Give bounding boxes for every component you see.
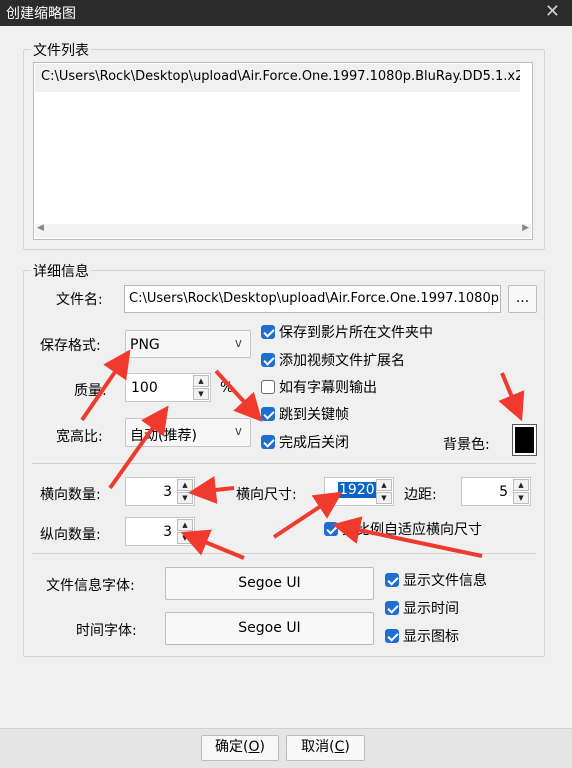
proportional-size-checkbox[interactable]: 按比例自适应横向尺寸: [324, 519, 482, 539]
list-item[interactable]: C:\Users\Rock\Desktop\upload\Air.Force.O…: [35, 64, 520, 92]
checkbox-icon: [385, 573, 399, 587]
margin-label: 边距:: [404, 487, 437, 503]
show-time-checkbox[interactable]: 显示时间: [385, 598, 459, 618]
time-font-label: 时间字体:: [76, 623, 137, 639]
horizontal-scrollbar[interactable]: ◀ ▶: [35, 223, 531, 238]
checkbox-icon: [261, 353, 275, 367]
checkbox-icon: [385, 601, 399, 615]
bg-color-fill: [515, 427, 534, 453]
filename-label: 文件名:: [56, 292, 103, 308]
checkbox-icon: [261, 325, 275, 339]
show-file-info-checkbox[interactable]: 显示文件信息: [385, 570, 487, 590]
bg-color-label: 背景色:: [443, 437, 490, 453]
v-count-value: 3: [163, 524, 172, 540]
format-select[interactable]: PNG v: [125, 330, 251, 358]
separator: [32, 463, 536, 464]
info-font-button[interactable]: Segoe UI: [165, 567, 374, 600]
spin-down-icon[interactable]: ▼: [513, 492, 529, 504]
cancel-button[interactable]: 取消(C): [286, 735, 365, 761]
quality-label: 质量:: [74, 383, 107, 399]
spin-up-icon[interactable]: ▲: [177, 479, 193, 491]
close-when-done-checkbox[interactable]: 完成后关闭: [261, 432, 349, 452]
margin-value: 5: [499, 484, 508, 500]
checkbox-icon: [261, 380, 275, 394]
title-bar: 创建缩略图 ✕: [0, 0, 572, 26]
ok-button[interactable]: 确定(O): [201, 735, 279, 761]
spin-down-icon[interactable]: ▼: [177, 532, 193, 544]
jump-keyframe-checkbox[interactable]: 跳到关键帧: [261, 404, 349, 424]
save-to-movie-folder-checkbox[interactable]: 保存到影片所在文件夹中: [261, 322, 433, 342]
close-icon[interactable]: ✕: [545, 1, 560, 22]
chevron-down-icon: v: [234, 424, 242, 438]
checkbox-icon: [261, 407, 275, 421]
checkbox-icon: [261, 435, 275, 449]
aspect-select[interactable]: 自动(推荐) v: [125, 418, 251, 447]
filename-field[interactable]: C:\Users\Rock\Desktop\upload\Air.Force.O…: [124, 285, 501, 313]
h-size-value: 1920: [338, 482, 376, 498]
quality-spinbox[interactable]: 100 ▲ ▼: [125, 373, 211, 402]
h-count-label: 横向数量:: [40, 487, 101, 503]
spin-up-icon[interactable]: ▲: [376, 479, 392, 491]
aspect-label: 宽高比:: [56, 429, 103, 445]
spin-up-icon[interactable]: ▲: [177, 519, 193, 531]
chevron-down-icon: v: [234, 336, 242, 350]
spin-up-icon[interactable]: ▲: [513, 479, 529, 491]
margin-spinbox[interactable]: 5 ▲ ▼: [461, 477, 531, 506]
file-list-group-label: 文件列表: [31, 40, 91, 60]
scroll-left-icon[interactable]: ◀: [37, 223, 44, 233]
show-icon-checkbox[interactable]: 显示图标: [385, 626, 459, 646]
format-select-value: PNG: [130, 337, 160, 353]
spin-up-icon[interactable]: ▲: [193, 375, 209, 387]
output-subtitles-checkbox[interactable]: 如有字幕则输出: [261, 377, 377, 397]
spin-down-icon[interactable]: ▼: [177, 492, 193, 504]
quality-unit: %: [220, 380, 234, 396]
v-count-label: 纵向数量:: [40, 527, 101, 543]
details-group-label: 详细信息: [31, 261, 91, 281]
format-label: 保存格式:: [40, 338, 101, 354]
v-count-spinbox[interactable]: 3 ▲ ▼: [125, 517, 195, 546]
bg-color-swatch[interactable]: [512, 424, 537, 456]
h-count-value: 3: [163, 484, 172, 500]
aspect-select-value: 自动(推荐): [130, 428, 197, 444]
h-size-label: 横向尺寸:: [236, 487, 297, 503]
checkbox-icon: [324, 522, 338, 536]
file-listbox[interactable]: C:\Users\Rock\Desktop\upload\Air.Force.O…: [33, 62, 533, 240]
info-font-label: 文件信息字体:: [46, 578, 135, 594]
separator: [32, 553, 536, 554]
window-title: 创建缩略图: [6, 6, 76, 22]
spin-down-icon[interactable]: ▼: [193, 388, 209, 400]
h-count-spinbox[interactable]: 3 ▲ ▼: [125, 477, 195, 506]
checkbox-icon: [385, 629, 399, 643]
add-extension-checkbox[interactable]: 添加视频文件扩展名: [261, 350, 405, 370]
spin-down-icon[interactable]: ▼: [376, 492, 392, 504]
quality-value: 100: [131, 380, 158, 396]
time-font-button[interactable]: Segoe UI: [165, 612, 374, 645]
scroll-right-icon[interactable]: ▶: [522, 223, 529, 233]
browse-button[interactable]: ...: [508, 285, 537, 313]
h-size-spinbox[interactable]: 1920 ▲ ▼: [324, 477, 394, 506]
